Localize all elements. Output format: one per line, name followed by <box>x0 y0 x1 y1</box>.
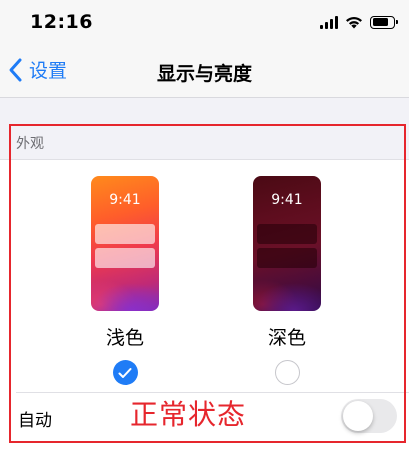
status-icons <box>320 14 398 30</box>
page-title: 显示与亮度 <box>156 63 252 85</box>
status-bar: 12:16 <box>0 0 409 42</box>
status-time: 12:16 <box>30 11 93 33</box>
battery-icon <box>370 15 398 29</box>
wifi-icon <box>346 16 362 29</box>
annotation-text: 正常状态 <box>130 398 247 431</box>
navigation-bar: 设置 显示与亮度 <box>0 42 409 98</box>
cellular-signal-icon <box>320 15 338 29</box>
